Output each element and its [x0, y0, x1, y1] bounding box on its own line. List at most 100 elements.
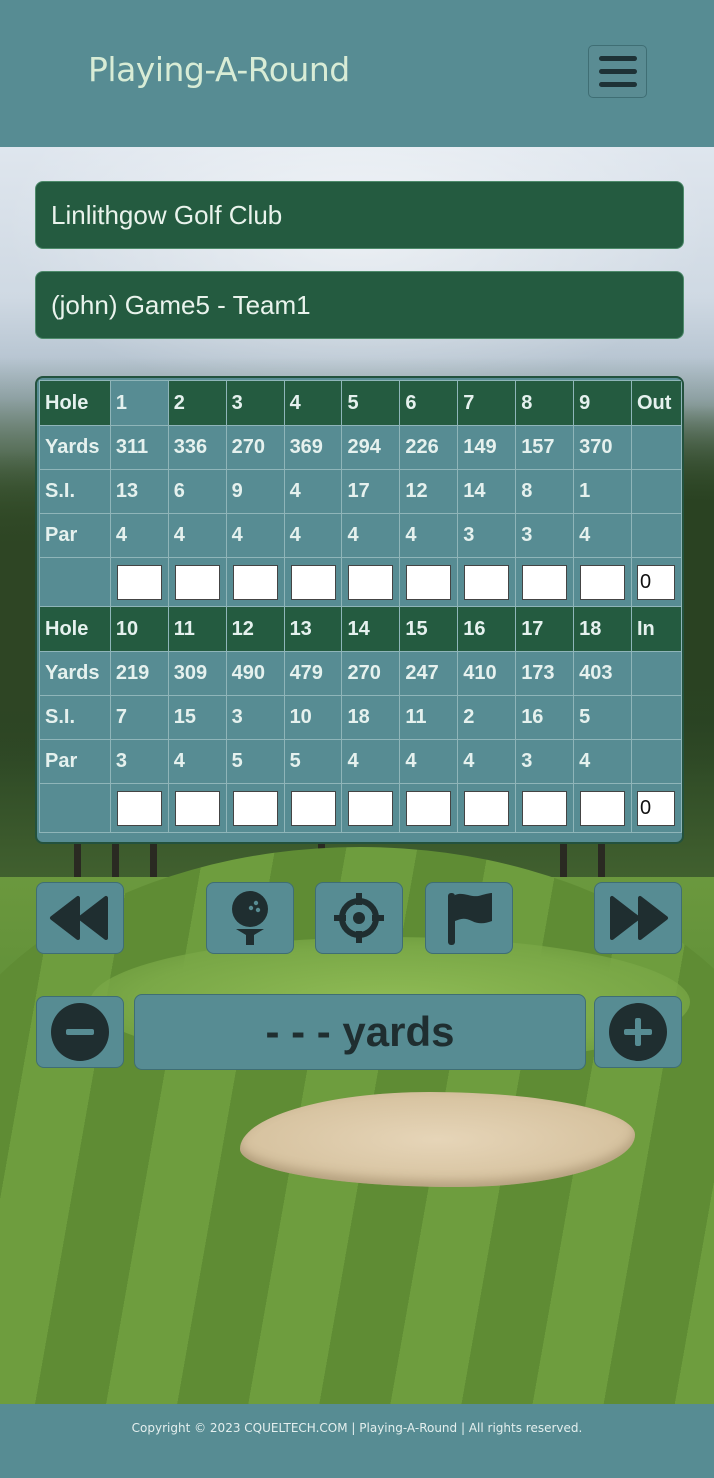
copyright-text: Copyright © 2023 CQUELTECH.COM | Playing… — [131, 1421, 583, 1435]
par-cell: 4 — [341, 739, 401, 784]
si-cell: 9 — [225, 469, 285, 514]
increase-distance-button[interactable] — [594, 996, 682, 1068]
brand-title[interactable]: Playing-A-Round — [88, 50, 350, 89]
score-input[interactable] — [348, 564, 394, 600]
plus-circle-icon — [609, 1003, 667, 1061]
si-cell: 12 — [399, 469, 459, 514]
score-cell — [399, 557, 459, 607]
score-input[interactable] — [290, 790, 336, 826]
score-input[interactable] — [232, 564, 278, 600]
si-cell: 5 — [573, 695, 632, 740]
score-cell — [515, 783, 575, 833]
hole-cell[interactable]: 9 — [573, 380, 632, 426]
score-input[interactable] — [464, 790, 510, 826]
hole-cell-current[interactable]: 1 — [109, 380, 169, 426]
par-cell: 4 — [457, 739, 517, 784]
total-label: In — [631, 606, 682, 652]
hole-cell[interactable]: 5 — [341, 380, 401, 426]
score-input[interactable] — [174, 790, 220, 826]
si-cell: 10 — [283, 695, 343, 740]
hole-cell[interactable]: 17 — [515, 606, 575, 652]
target-button[interactable] — [315, 882, 403, 954]
game-name-banner: (john) Game5 - Team1 — [35, 271, 684, 339]
decrease-distance-button[interactable] — [36, 996, 124, 1068]
par-cell: 3 — [515, 739, 575, 784]
front-yards-row: Yards 311 336 270 369 294 226 149 157 37… — [39, 425, 682, 470]
back-score-row: 0 — [39, 783, 682, 833]
yards-cell: 309 — [167, 651, 227, 696]
score-cell — [399, 783, 459, 833]
score-input[interactable] — [348, 790, 394, 826]
previous-hole-button[interactable] — [36, 882, 124, 954]
hole-cell[interactable]: 18 — [573, 606, 632, 652]
hamburger-icon — [599, 56, 637, 61]
score-cell — [341, 557, 401, 607]
par-cell: 4 — [399, 513, 459, 558]
hole-cell[interactable]: 11 — [167, 606, 227, 652]
row-label: Yards — [39, 425, 111, 470]
back-yards-row: Yards 219 309 490 479 270 247 410 173 40… — [39, 651, 682, 696]
par-cell: 3 — [515, 513, 575, 558]
par-cell: 4 — [573, 513, 632, 558]
par-cell: 4 — [573, 739, 632, 784]
score-input[interactable] — [522, 564, 568, 600]
hole-cell[interactable]: 15 — [399, 606, 459, 652]
crosshairs-icon — [334, 893, 384, 943]
next-hole-button[interactable] — [594, 882, 682, 954]
yards-cell: 270 — [341, 651, 401, 696]
yards-cell: 173 — [515, 651, 575, 696]
total-cell: 0 — [631, 557, 682, 607]
si-cell: 6 — [167, 469, 227, 514]
score-input[interactable] — [464, 564, 510, 600]
empty-cell — [631, 739, 682, 784]
si-cell: 16 — [515, 695, 575, 740]
hole-cell[interactable]: 4 — [283, 380, 343, 426]
hole-cell[interactable]: 13 — [283, 606, 343, 652]
back-par-row: Par 3 4 5 5 4 4 4 3 4 — [39, 739, 682, 784]
total-cell: 0 — [631, 783, 682, 833]
par-cell: 5 — [225, 739, 285, 784]
flag-icon — [448, 893, 492, 945]
si-cell: 7 — [109, 695, 169, 740]
score-input[interactable] — [580, 790, 626, 826]
front-par-row: Par 4 4 4 4 4 4 3 3 4 — [39, 513, 682, 558]
score-input[interactable] — [290, 564, 336, 600]
score-cell — [573, 557, 632, 607]
par-cell: 4 — [167, 739, 227, 784]
score-cell — [515, 557, 575, 607]
yards-cell: 479 — [283, 651, 343, 696]
score-input[interactable] — [116, 790, 162, 826]
hole-cell[interactable]: 7 — [457, 380, 517, 426]
score-cell — [225, 783, 285, 833]
hole-cell[interactable]: 3 — [225, 380, 285, 426]
score-cell — [167, 783, 227, 833]
score-input[interactable] — [174, 564, 220, 600]
score-input[interactable] — [116, 564, 162, 600]
front-si-row: S.I. 13 6 9 4 17 12 14 8 1 — [39, 469, 682, 514]
yards-cell: 370 — [573, 425, 632, 470]
hole-cell[interactable]: 8 — [515, 380, 575, 426]
navbar: Playing-A-Round — [0, 0, 714, 147]
menu-toggle-button[interactable] — [588, 45, 647, 98]
golf-ball-tee-icon — [232, 891, 268, 945]
yards-cell: 219 — [109, 651, 169, 696]
flag-button[interactable] — [425, 882, 513, 954]
score-cell — [457, 557, 517, 607]
yards-cell: 294 — [341, 425, 401, 470]
score-input[interactable] — [232, 790, 278, 826]
fast-forward-icon — [610, 896, 668, 940]
hole-cell[interactable]: 6 — [399, 380, 459, 426]
hole-cell[interactable]: 14 — [341, 606, 401, 652]
hole-cell[interactable]: 2 — [167, 380, 227, 426]
hole-cell[interactable]: 10 — [109, 606, 169, 652]
score-input[interactable] — [406, 564, 452, 600]
scorecard: Hole 1 2 3 4 5 6 7 8 9 Out Yards 311 336… — [35, 376, 684, 844]
tee-shot-button[interactable] — [206, 882, 294, 954]
empty-cell — [631, 469, 682, 514]
score-input[interactable] — [406, 790, 452, 826]
score-input[interactable] — [522, 790, 568, 826]
hole-cell[interactable]: 16 — [457, 606, 517, 652]
score-input[interactable] — [580, 564, 626, 600]
hole-cell[interactable]: 12 — [225, 606, 285, 652]
back-hole-row: Hole 10 11 12 13 14 15 16 17 18 In — [39, 606, 682, 652]
